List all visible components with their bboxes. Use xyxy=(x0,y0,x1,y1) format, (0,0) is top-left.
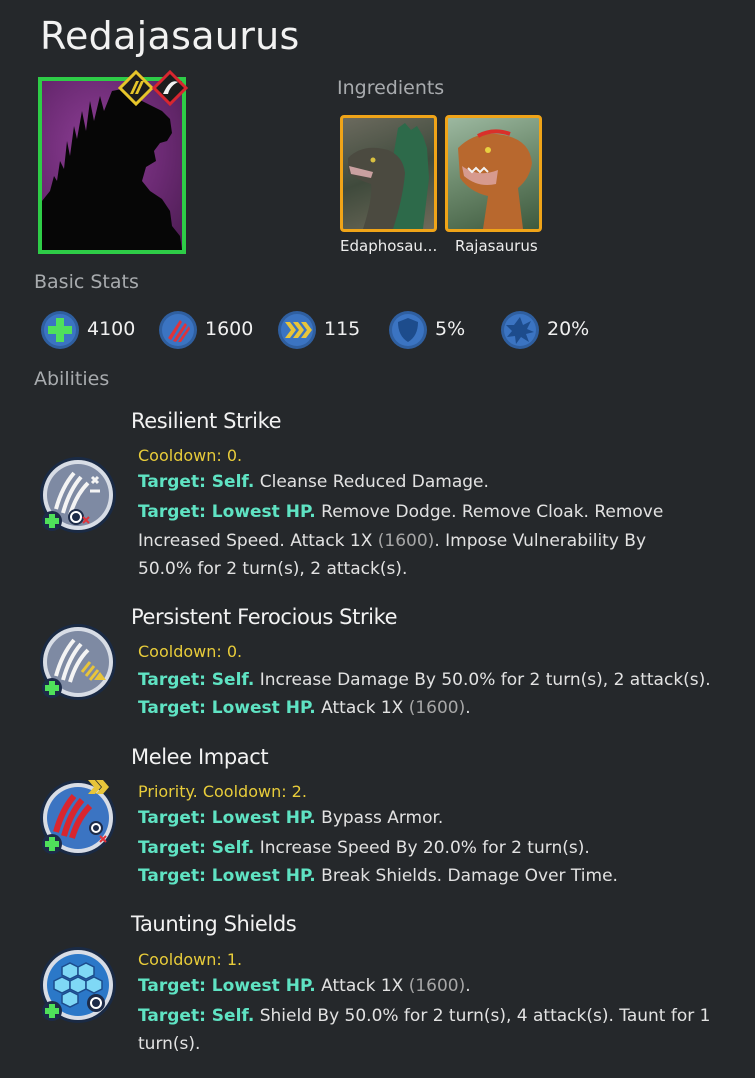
target-label: Target: Lowest HP. xyxy=(138,698,316,718)
effect-text: Shield By 50.0% for 2 turn(s), 4 attack(… xyxy=(259,1006,711,1026)
health-icon xyxy=(41,311,79,349)
class-badges xyxy=(118,70,196,110)
effect-text: 50.0% for 2 turn(s), 2 attack(s). xyxy=(138,559,408,579)
ability-effect-line: Increased Speed. Attack 1X (1600). Impos… xyxy=(138,527,738,556)
ability-effect-line: Target: Self. Shield By 50.0% for 2 turn… xyxy=(138,1002,738,1031)
effect-text: Attack 1X xyxy=(321,698,409,718)
speed-icon xyxy=(278,311,316,349)
cunning-class-icon xyxy=(151,70,189,107)
target-label: Target: Self. xyxy=(138,472,255,492)
damage-icon xyxy=(159,311,197,349)
effect-text: Increase Speed By 20.0% for 2 turn(s). xyxy=(259,838,590,858)
rajasaurus-image xyxy=(458,129,532,229)
ability-effect-line: Target: Self. Cleanse Reduced Damage. xyxy=(138,468,738,497)
critical-value: 20% xyxy=(547,318,590,340)
speed-value: 115 xyxy=(324,318,361,340)
effect-text: Break Shields. Damage Over Time. xyxy=(321,866,618,886)
ingredients-label: Ingredients xyxy=(337,77,445,99)
abilities-label: Abilities xyxy=(34,368,110,390)
effect-text: . xyxy=(465,698,471,718)
ability-cooldown: Cooldown: 0. xyxy=(138,642,243,661)
effect-text: . Impose Vulnerability By xyxy=(434,531,647,551)
ability-effect-line: 50.0% for 2 turn(s), 2 attack(s). xyxy=(138,555,738,584)
target-label: Target: Lowest HP. xyxy=(138,976,316,996)
critical-icon xyxy=(501,311,539,349)
effect-text: Increase Damage By 50.0% for 2 turn(s), … xyxy=(259,670,711,690)
ingredient-name: Rajasaurus xyxy=(455,237,538,255)
ingredient-edaphosaurus[interactable] xyxy=(340,115,437,232)
ability-effect-line: Target: Lowest HP. Remove Dodge. Remove … xyxy=(138,498,738,527)
effect-text: Bypass Armor. xyxy=(321,808,444,828)
damage-value: 1600 xyxy=(205,318,254,340)
target-label: Target: Self. xyxy=(138,1006,255,1026)
effect-text: Increased Speed. Attack 1X xyxy=(138,531,378,551)
fierce-class-icon xyxy=(118,70,155,107)
ability-name: Melee Impact xyxy=(131,745,269,769)
damage-value: (1600) xyxy=(377,531,435,551)
ability-name: Resilient Strike xyxy=(131,409,282,433)
ability-effect-line: Target: Self. Increase Damage By 50.0% f… xyxy=(138,666,738,695)
ability-effect-line: Target: Lowest HP. Bypass Armor. xyxy=(138,804,738,833)
ability-cooldown: Priority. Cooldown: 2. xyxy=(138,782,307,801)
effect-text: Cleanse Reduced Damage. xyxy=(259,472,489,492)
ability-cooldown: Cooldown: 1. xyxy=(138,950,243,969)
target-label: Target: Lowest HP. xyxy=(138,502,316,522)
ability-effect-line: Target: Lowest HP. Break Shields. Damage… xyxy=(138,862,738,891)
target-label: Target: Lowest HP. xyxy=(138,866,316,886)
ability-effect-line: turn(s). xyxy=(138,1030,738,1059)
target-label: Target: Self. xyxy=(138,670,255,690)
effect-text: Remove Dodge. Remove Cloak. Remove xyxy=(321,502,664,522)
ingredient-name: Edaphosau... xyxy=(340,237,438,255)
edaphosaurus-image xyxy=(348,123,429,229)
ability-effect-line: Target: Lowest HP. Attack 1X (1600). xyxy=(138,694,738,723)
persistent-ferocious-strike-icon[interactable] xyxy=(38,622,120,704)
armor-value: 5% xyxy=(435,318,466,340)
ingredient-rajasaurus[interactable] xyxy=(445,115,542,232)
health-value: 4100 xyxy=(87,318,136,340)
melee-impact-icon[interactable] xyxy=(38,778,120,860)
resilient-strike-icon[interactable] xyxy=(38,455,120,537)
effect-text: Attack 1X xyxy=(321,976,409,996)
damage-value: (1600) xyxy=(408,698,466,718)
effect-text: . xyxy=(465,976,471,996)
ability-name: Persistent Ferocious Strike xyxy=(131,605,398,629)
ability-cooldown: Cooldown: 0. xyxy=(138,446,243,465)
damage-value: (1600) xyxy=(408,976,466,996)
ability-effect-line: Target: Lowest HP. Attack 1X (1600). xyxy=(138,972,738,1001)
armor-icon xyxy=(389,311,427,349)
target-label: Target: Lowest HP. xyxy=(138,808,316,828)
target-label: Target: Self. xyxy=(138,838,255,858)
effect-text: turn(s). xyxy=(138,1034,201,1054)
creature-name: Redajasaurus xyxy=(40,14,300,58)
ability-effect-line: Target: Self. Increase Speed By 20.0% fo… xyxy=(138,834,738,863)
taunting-shields-icon[interactable] xyxy=(38,945,120,1027)
basic-stats-label: Basic Stats xyxy=(34,271,139,293)
ability-name: Taunting Shields xyxy=(131,912,297,936)
